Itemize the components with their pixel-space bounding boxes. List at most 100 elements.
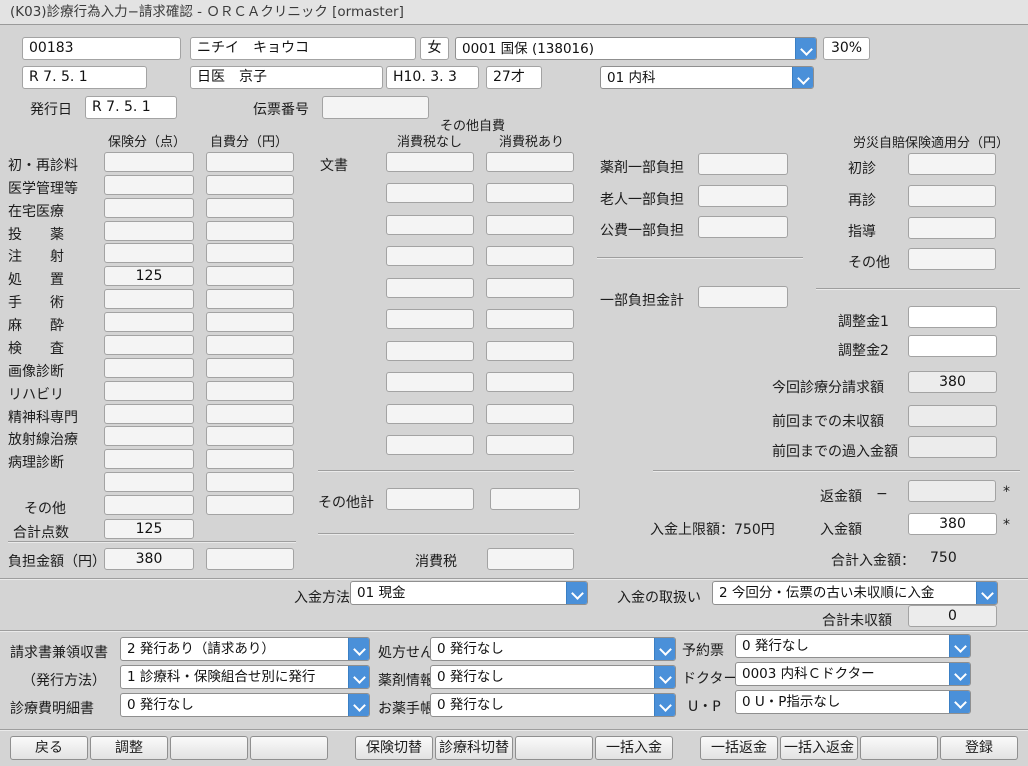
combo-dropdown-button[interactable] [654, 666, 675, 688]
category-self-field [206, 472, 294, 492]
drug-info-value: 0 発行なし [431, 666, 654, 688]
batch-deposit-button[interactable]: 一括入金 [595, 736, 673, 760]
medical-detail-value: 0 発行なし [121, 694, 348, 716]
previous-unpaid-field [908, 405, 997, 427]
adjustment1-input[interactable] [908, 306, 997, 328]
deposit-label: 入金額 [820, 519, 862, 539]
chevron-down-icon [797, 72, 810, 85]
deposit-input[interactable]: 380 [908, 513, 997, 535]
chevron-down-icon [571, 587, 584, 600]
current-claim-field: 380 [908, 371, 997, 393]
tax-incl-header: 消費税あり [499, 131, 564, 150]
rosai-other-label: その他 [848, 252, 890, 272]
category-label: 検 査 [8, 338, 64, 358]
total-deposit-label: 合計入金額： [831, 550, 915, 570]
category-ins-field [104, 358, 194, 378]
category-ins-field [104, 152, 194, 172]
insurance-switch-button[interactable]: 保険切替 [355, 736, 433, 760]
category-label: 手 術 [8, 292, 64, 312]
issue-date-label: 発行日 [30, 99, 72, 119]
doctor-value: 0003 内科Ｃドクター [736, 663, 949, 685]
adjust-button[interactable]: 調整 [90, 736, 168, 760]
other-self-tax-incl-field [486, 278, 574, 298]
blank-button[interactable] [170, 736, 248, 760]
combo-dropdown-button[interactable] [654, 694, 675, 716]
consumption-tax-field [487, 548, 574, 570]
category-self-field [206, 495, 294, 515]
other-self-tax-incl-field [486, 435, 574, 455]
invoice-receipt-select[interactable]: 2 発行あり（請求あり） [120, 637, 370, 661]
public-partial-burden-field [698, 216, 788, 238]
burden-amount-field: 380 [104, 548, 194, 570]
category-self-field [206, 152, 294, 172]
payment-method-select[interactable]: 01 現金 [350, 581, 588, 605]
up-select[interactable]: 0 U・P指示なし [735, 690, 971, 714]
medical-detail-select[interactable]: 0 発行なし [120, 693, 370, 717]
other-self-tax-incl-field [486, 404, 574, 424]
other-self-tax-incl-field [486, 341, 574, 361]
refund-field [908, 480, 996, 502]
other-self-tax-free-field [386, 278, 474, 298]
blank-button[interactable] [250, 736, 328, 760]
category-ins-field [104, 312, 194, 332]
divider [318, 533, 574, 534]
blank-button[interactable] [515, 736, 593, 760]
medicine-notebook-label: お薬手帳 [378, 698, 434, 718]
combo-dropdown-button[interactable] [976, 582, 997, 604]
register-button[interactable]: 登録 [940, 736, 1018, 760]
issue-date-input[interactable]: R 7. 5. 1 [85, 96, 177, 119]
department-switch-button[interactable]: 診療科切替 [435, 736, 513, 760]
age-field: 27才 [486, 66, 542, 89]
combo-dropdown-button[interactable] [566, 582, 587, 604]
chevron-down-icon [353, 671, 366, 684]
blank-button[interactable] [860, 736, 938, 760]
payment-handling-select[interactable]: 2 今回分・伝票の古い未収順に入金 [712, 581, 998, 605]
category-label: 放射線治療 [8, 429, 78, 449]
batch-refund-button[interactable]: 一括返金 [700, 736, 778, 760]
category-ins-field [104, 472, 194, 492]
department-select[interactable]: 01 内科 [600, 66, 814, 89]
adjustment2-label: 調整金2 [838, 340, 889, 360]
deposit-limit-label: 入金上限額：750円 [650, 519, 775, 539]
category-ins-field [104, 426, 194, 446]
payment-handling-value: 2 今回分・伝票の古い未収順に入金 [713, 582, 976, 604]
combo-dropdown-button[interactable] [348, 666, 369, 688]
category-ins-field [104, 221, 194, 241]
drug-partial-burden-field [698, 153, 788, 175]
batch-deposit-refund-button[interactable]: 一括入返金 [780, 736, 858, 760]
rosai-guidance-field [908, 217, 996, 239]
issue-method-label: （発行方法） [22, 670, 106, 690]
birth-date-field: H10. 3. 3 [386, 66, 479, 89]
combo-dropdown-button[interactable] [949, 635, 970, 657]
category-self-field [206, 221, 294, 241]
drug-info-select[interactable]: 0 発行なし [430, 665, 676, 689]
elderly-partial-burden-field [698, 185, 788, 207]
payment-handling-label: 入金の取扱い [617, 587, 701, 607]
combo-dropdown-button[interactable] [654, 638, 675, 660]
prescription-select[interactable]: 0 発行なし [430, 637, 676, 661]
adjustment2-input[interactable] [908, 335, 997, 357]
category-self-field [206, 426, 294, 446]
reservation-slip-select[interactable]: 0 発行なし [735, 634, 971, 658]
medicine-notebook-select[interactable]: 0 発行なし [430, 693, 676, 717]
combo-dropdown-button[interactable] [348, 694, 369, 716]
chevron-down-icon [954, 696, 967, 709]
doctor-label: ドクター [682, 668, 737, 688]
combo-dropdown-button[interactable] [795, 38, 816, 59]
combo-dropdown-button[interactable] [348, 638, 369, 660]
unpaid-total-field: 0 [908, 605, 997, 627]
doctor-select[interactable]: 0003 内科Ｃドクター [735, 662, 971, 686]
combo-dropdown-button[interactable] [949, 691, 970, 713]
back-button[interactable]: 戻る [10, 736, 88, 760]
combo-dropdown-button[interactable] [792, 67, 813, 88]
chevron-down-icon [954, 640, 967, 653]
category-label: 麻 酔 [8, 315, 64, 335]
insurance-select[interactable]: 0001 国保 (138016) [455, 37, 817, 60]
issue-method-select[interactable]: 1 診療科・保険組合せ別に発行 [120, 665, 370, 689]
other-subtotal-tax-incl-field [490, 488, 580, 510]
adjustment1-label: 調整金1 [838, 311, 889, 331]
prescription-label: 処方せん [378, 642, 434, 662]
slip-number-input[interactable] [322, 96, 429, 119]
combo-dropdown-button[interactable] [949, 663, 970, 685]
patient-sex-field: 女 [420, 37, 449, 60]
